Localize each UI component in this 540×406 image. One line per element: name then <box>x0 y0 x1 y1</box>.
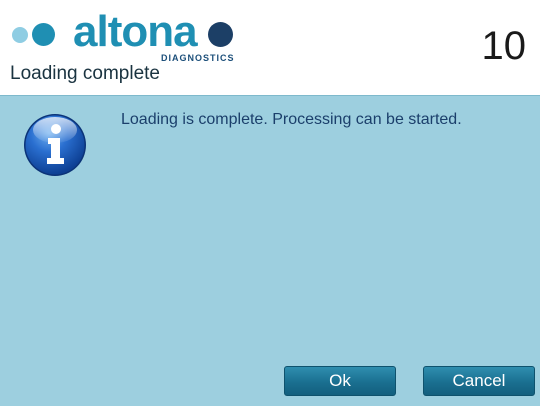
logo-dot-medium <box>32 23 55 46</box>
logo-dot-dark <box>208 22 233 47</box>
logo-wordmark: altona <box>73 7 198 56</box>
dialog-message: Loading is complete. Processing can be s… <box>121 111 462 128</box>
cancel-button[interactable]: Cancel <box>423 366 535 396</box>
window-title: Loading complete <box>10 63 160 84</box>
header: altona DIAGNOSTICS 10 Loading complete <box>0 0 540 95</box>
logo-subtitle: DIAGNOSTICS <box>161 53 235 63</box>
info-icon <box>22 112 88 178</box>
step-number: 10 <box>481 24 527 68</box>
message-dialog: Loading is complete. Processing can be s… <box>0 95 540 406</box>
ok-button[interactable]: Ok <box>284 366 396 396</box>
logo-dot-light <box>12 27 28 43</box>
altona-logo: altona DIAGNOSTICS <box>10 6 250 64</box>
